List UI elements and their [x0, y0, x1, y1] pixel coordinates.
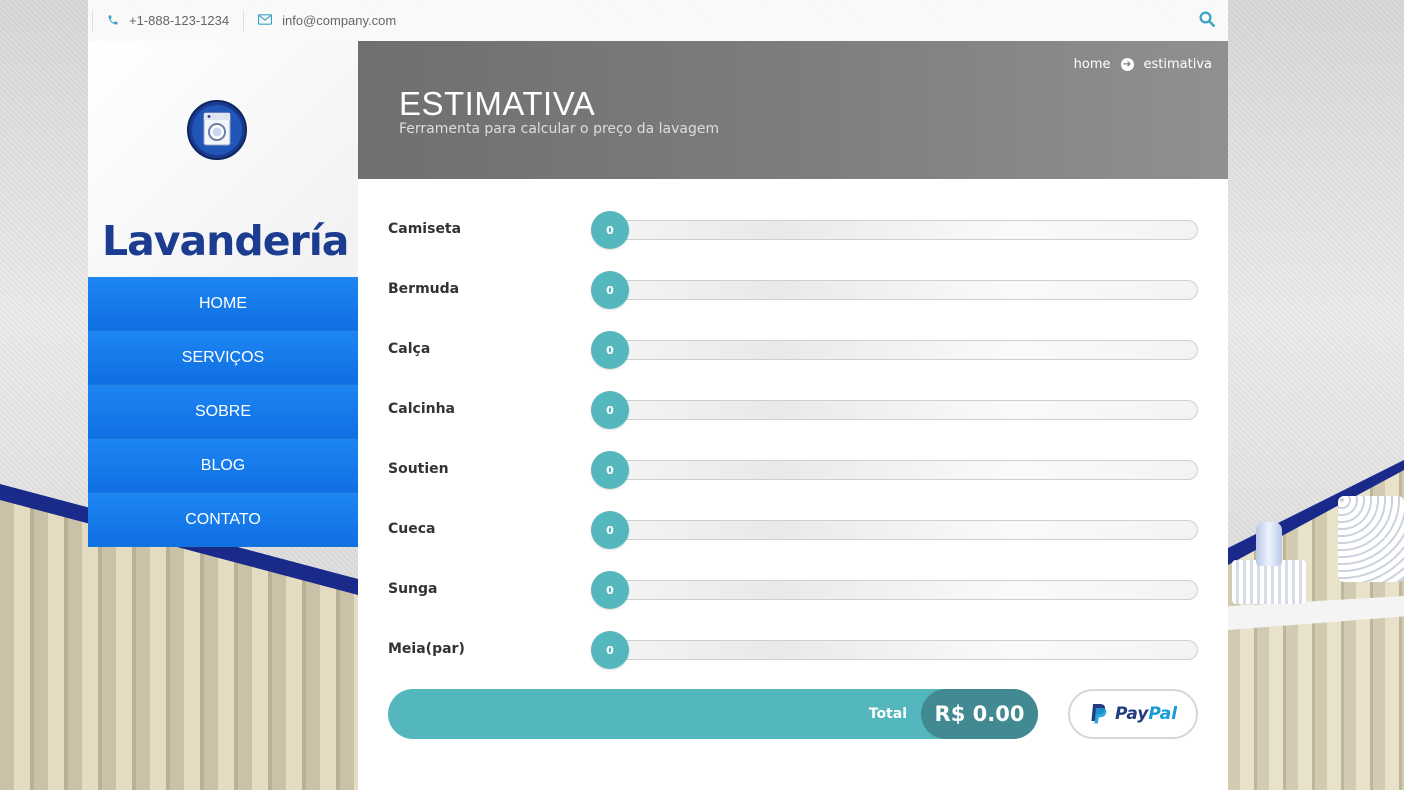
item-label: Meia(par)	[388, 641, 465, 657]
total-bar: Total R$ 0.00	[388, 689, 1038, 739]
quantity-slider-handle[interactable]: 0	[591, 211, 629, 249]
washing-machine-icon	[187, 100, 247, 160]
estimator-row: Cueca 0	[388, 509, 1198, 549]
paypal-logo-icon	[1091, 704, 1107, 724]
item-label: Soutien	[388, 461, 449, 477]
estimator-row: Meia(par) 0	[388, 629, 1198, 669]
nav-item-home[interactable]: HOME	[88, 277, 358, 331]
quantity-slider-handle[interactable]: 0	[591, 631, 629, 669]
item-label: Calcinha	[388, 401, 455, 417]
estimator-row: Sunga 0	[388, 569, 1198, 609]
nav-item-servicos[interactable]: SERVIÇOS	[88, 331, 358, 385]
page-header: home ➔ estimativa ESTIMATIVA Ferramenta …	[358, 41, 1228, 179]
search-button[interactable]	[1198, 10, 1216, 31]
item-label: Camiseta	[388, 221, 462, 237]
quantity-slider-handle[interactable]: 0	[591, 511, 629, 549]
email-address: info@company.com	[282, 13, 397, 28]
item-label: Cueca	[388, 521, 436, 537]
paypal-button[interactable]: PayPal	[1068, 689, 1198, 739]
estimator-row: Calcinha 0	[388, 389, 1198, 429]
quantity-slider-handle[interactable]: 0	[591, 391, 629, 429]
breadcrumb: home ➔ estimativa	[1074, 57, 1212, 72]
page-title: ESTIMATIVA	[399, 85, 596, 122]
phone-icon	[107, 14, 119, 28]
nav-item-label: SERVIÇOS	[181, 348, 265, 366]
estimator-row: Calça 0	[388, 329, 1198, 369]
item-label: Calça	[388, 341, 431, 357]
quantity-slider-handle[interactable]: 0	[591, 451, 629, 489]
quantity-slider-handle[interactable]: 0	[591, 271, 629, 309]
total-label: Total	[868, 706, 907, 722]
total-value: R$ 0.00	[921, 689, 1038, 739]
item-label: Sunga	[388, 581, 438, 597]
envelope-icon	[258, 14, 273, 27]
quantity-slider-handle[interactable]: 0	[591, 331, 629, 369]
item-label: Bermuda	[388, 281, 460, 297]
paypal-pal-text: Pal	[1148, 704, 1178, 724]
quantity-slider-track[interactable]	[592, 520, 1198, 540]
estimator-panel: Camiseta 0 Bermuda 0 Calça 0 Calcinha 0 …	[358, 179, 1228, 790]
estimator-row: Soutien 0	[388, 449, 1198, 489]
nav-item-blog[interactable]: BLOG	[88, 439, 358, 493]
quantity-slider-handle[interactable]: 0	[591, 571, 629, 609]
estimator-row: Bermuda 0	[388, 269, 1198, 309]
breadcrumb-current: estimativa	[1143, 57, 1212, 72]
nav-item-label: HOME	[199, 294, 247, 312]
arrow-right-circle-icon: ➔	[1120, 58, 1134, 71]
quantity-slider-track[interactable]	[592, 400, 1198, 420]
quantity-slider-track[interactable]	[592, 460, 1198, 480]
paypal-wordmark: PayPal	[1115, 704, 1177, 724]
email-contact[interactable]: info@company.com	[244, 13, 410, 28]
quantity-slider-track[interactable]	[592, 280, 1198, 300]
nav-item-sobre[interactable]: SOBRE	[88, 385, 358, 439]
main-nav: HOME SERVIÇOS SOBRE BLOG CONTATO	[88, 277, 358, 547]
nav-item-label: SOBRE	[194, 402, 251, 420]
paypal-pay-text: Pay	[1114, 704, 1149, 724]
nav-item-contato[interactable]: CONTATO	[88, 493, 358, 547]
quantity-slider-track[interactable]	[592, 580, 1198, 600]
sidebar: Lavandería HOME SERVIÇOS SOBRE BLOG CONT…	[88, 41, 358, 547]
quantity-slider-track[interactable]	[592, 640, 1198, 660]
page-subtitle: Ferramenta para calcular o preço da lava…	[399, 121, 720, 137]
breadcrumb-home-link[interactable]: home	[1074, 57, 1111, 72]
estimator-row: Camiseta 0	[388, 209, 1198, 249]
background-basket	[1232, 560, 1306, 604]
background-basket-large	[1338, 496, 1404, 582]
nav-item-label: CONTATO	[185, 510, 261, 528]
brand-logo[interactable]: Lavandería	[102, 99, 349, 262]
quantity-slider-track[interactable]	[592, 220, 1198, 240]
nav-item-label: BLOG	[200, 456, 246, 474]
quantity-slider-track[interactable]	[592, 340, 1198, 360]
phone-contact[interactable]: +1-888-123-1234	[93, 13, 243, 28]
top-bar: +1-888-123-1234 info@company.com	[88, 0, 1228, 41]
brand-name: Lavandería	[102, 217, 349, 265]
background-bottle	[1256, 522, 1282, 566]
search-icon	[1198, 11, 1216, 31]
phone-number: +1-888-123-1234	[129, 13, 230, 28]
